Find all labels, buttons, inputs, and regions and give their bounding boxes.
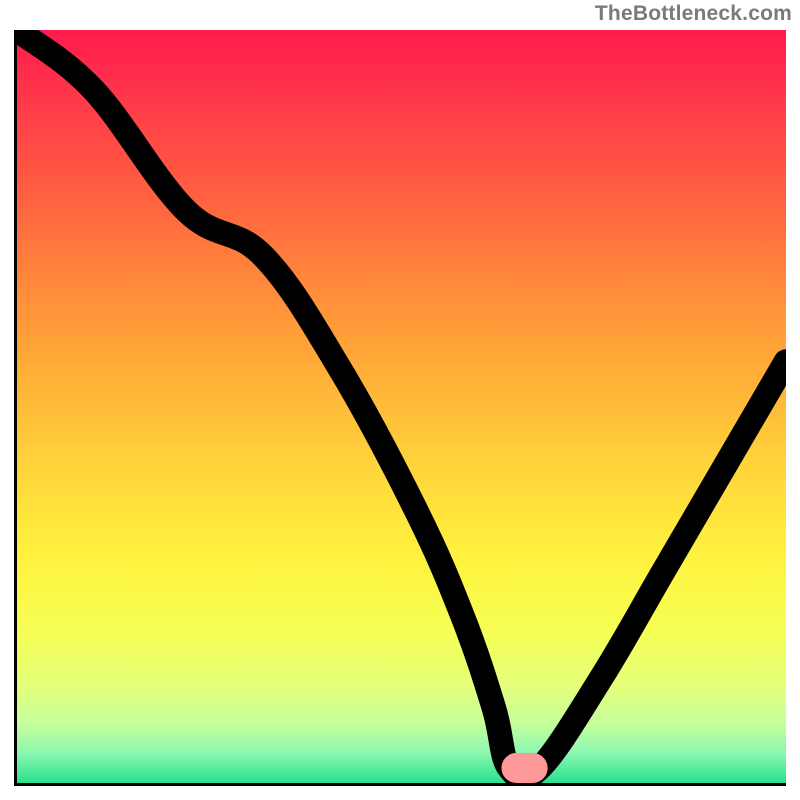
optimal-marker [509,760,540,775]
watermark-text: TheBottleneck.com [595,2,792,26]
bottleneck-curve-path [17,30,786,778]
plot-area [14,30,786,786]
bottleneck-chart: TheBottleneck.com [0,0,800,800]
curve-layer [17,30,786,783]
